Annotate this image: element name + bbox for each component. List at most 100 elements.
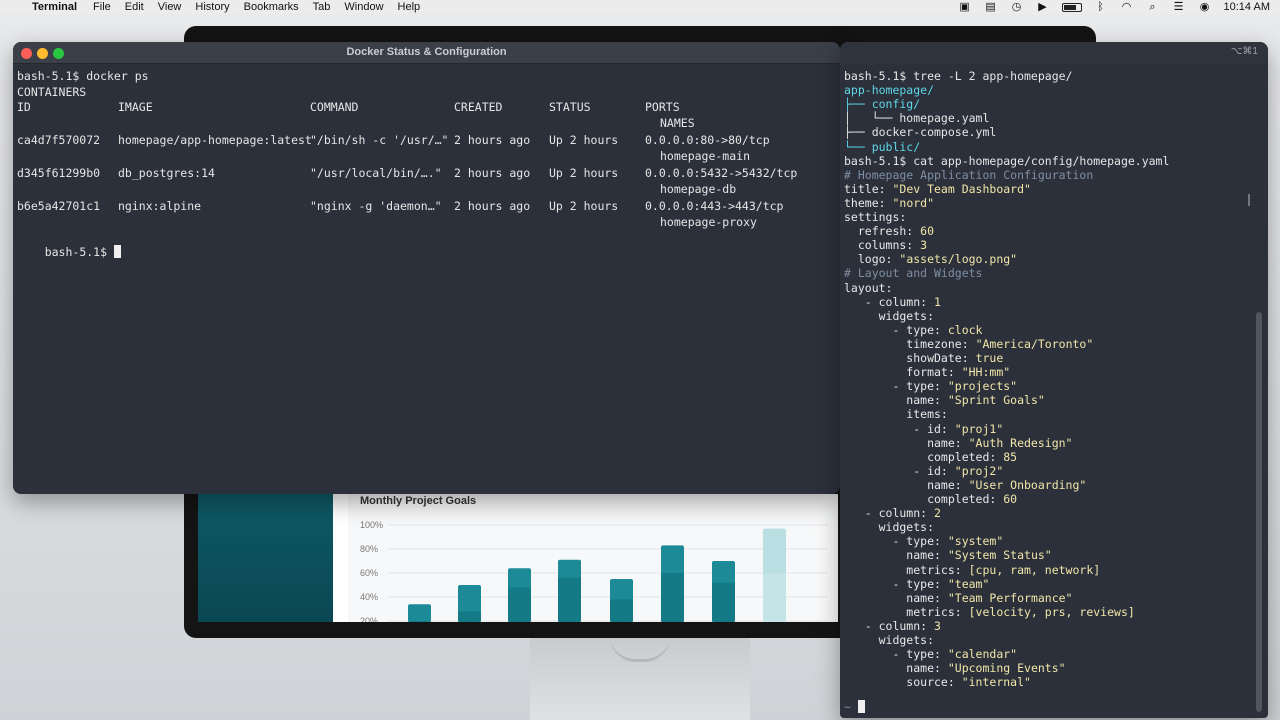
menu-bookmarks[interactable]: Bookmarks (244, 0, 299, 14)
yaml-value: "America/Toronto" (975, 336, 1094, 351)
yaml-key: columns: (844, 238, 921, 253)
siri-icon[interactable]: ◉ (1198, 0, 1212, 14)
container-created: 2 hours ago (454, 199, 531, 213)
screen-record-icon[interactable]: ▣ (958, 0, 972, 14)
yaml-value: "proj2" (954, 463, 1004, 478)
yaml-key: name: (844, 590, 948, 605)
yaml-comment: # Layout and Widgets (844, 266, 983, 281)
terminal-window-docker[interactable]: Docker Status & Configuration bash-5.1$ … (13, 42, 840, 494)
menu-clock[interactable]: 10:14 AM (1224, 0, 1270, 14)
chart-panel: 100% 80% 60% 40% 20% Monthly Project Goals (348, 494, 838, 622)
scrollbar[interactable] (1256, 312, 1262, 712)
yaml-value: "system" (947, 534, 1004, 549)
chart-bar-segment (458, 611, 481, 622)
menu-edit[interactable]: Edit (125, 0, 144, 14)
menu-app-name[interactable]: Terminal (32, 0, 77, 14)
command-text: bash-5.1$ cat app-homepage/config/homepa… (844, 153, 1170, 168)
menu-view[interactable]: View (158, 0, 182, 14)
yaml-key: layout: (844, 280, 893, 295)
container-image: db_postgres:14 (118, 166, 215, 180)
yaml-key: completed: (844, 492, 1004, 506)
chart-title: Monthly Project Goals (360, 495, 477, 507)
yaml-value: "proj1" (954, 421, 1004, 436)
dashboard-sidebar (198, 494, 333, 622)
command-text: bash-5.1$ tree -L 2 app-homepage/ (844, 69, 1073, 83)
menu-file[interactable]: File (93, 0, 111, 14)
yaml-value: 85 (1003, 449, 1018, 464)
yaml-value: "User Onboarding" (968, 477, 1087, 492)
yaml-line: - id: "proj1" (844, 422, 1003, 436)
yaml-key: name: (844, 477, 969, 492)
yaml-value: "Dev Team Dashboard" (892, 181, 1031, 196)
container-command: "/bin/sh -c '/usr/…" (310, 133, 449, 147)
yaml-key: widgets: (844, 520, 935, 535)
yaml-line: format: "HH:mm" (844, 365, 1010, 379)
yaml-line: metrics: [velocity, prs, reviews] (844, 605, 1135, 619)
bluetooth-icon[interactable]: ᛒ (1094, 0, 1108, 14)
yaml-value: 1 (934, 294, 941, 309)
container-name: homepage-main (660, 149, 751, 163)
yaml-line: name: "Upcoming Events" (844, 661, 1066, 676)
container-status: Up 2 hours (549, 166, 619, 180)
yaml-line: source: "internal" (844, 675, 1031, 689)
yaml-value: "Team Performance" (947, 590, 1073, 605)
yaml-key: name: (844, 393, 948, 408)
yaml-key: title: (844, 181, 893, 196)
yaml-value: 3 (920, 238, 928, 253)
chart-bar-segment (712, 582, 735, 622)
menu-window[interactable]: Window (344, 0, 383, 14)
terminal-window-config[interactable]: ⌥⌘1 bash-5.1$ tree -L 2 app-homepage/app… (840, 42, 1268, 718)
yaml-key: timezone: (844, 336, 976, 351)
window-shortcut: ⌥⌘1 (1230, 46, 1258, 57)
yaml-line: name: "System Status" (844, 548, 1051, 563)
time-machine-icon[interactable]: ◷ (1010, 0, 1024, 14)
section-label: CONTAINERS (17, 85, 87, 99)
yaml-value: clock (947, 322, 983, 337)
chart-bar-segment (661, 573, 684, 622)
chart-svg: 100% 80% 60% 40% 20% (360, 520, 828, 622)
yaml-value: "Upcoming Events" (947, 661, 1066, 676)
yaml-key: name: (844, 661, 948, 676)
yaml-key: - type: (844, 322, 948, 337)
tree-entry-text: ├── docker-compose.yml (844, 125, 997, 140)
menu-tab[interactable]: Tab (313, 0, 331, 14)
control-center-icon[interactable]: ☰ (1172, 0, 1186, 14)
container-image: homepage/app-homepage:latest (118, 133, 312, 147)
play-icon[interactable]: ▶ (1036, 0, 1050, 14)
header-command: COMMAND (310, 100, 359, 114)
yaml-value: 60 (1003, 492, 1018, 506)
yaml-value: "projects" (947, 379, 1018, 394)
menu-help[interactable]: Help (398, 0, 421, 14)
menu-history[interactable]: History (195, 0, 229, 14)
command-line: bash-5.1$ cat app-homepage/config/homepa… (844, 154, 1169, 168)
battery-icon[interactable] (1061, 2, 1082, 12)
yaml-value: 60 (920, 224, 935, 239)
yaml-line: - type: "projects" (844, 379, 1017, 393)
container-ports: 0.0.0.0:5432->5432/tcp (645, 166, 798, 180)
yaml-line: completed: 85 (844, 450, 1017, 464)
title-bar[interactable]: Docker Status & Configuration (13, 42, 840, 64)
prompt-line[interactable]: bash-5.1$ (17, 231, 121, 259)
command-line: bash-5.1$ tree -L 2 app-homepage/ (844, 69, 1072, 83)
container-ports: 0.0.0.0:80->80/tcp (645, 133, 770, 147)
chart-bar-segment (508, 587, 531, 622)
container-id: ca4d7f570072 (17, 133, 101, 147)
wifi-icon[interactable]: ◠ (1120, 0, 1134, 14)
title-bar[interactable]: ⌥⌘1 (840, 42, 1268, 64)
container-created: 2 hours ago (454, 166, 531, 180)
prompt-line[interactable]: ~ (844, 700, 865, 714)
yaml-line: - type: "calendar" (844, 647, 1017, 661)
yaml-key: - type: (844, 379, 948, 394)
yaml-line: settings: (844, 210, 906, 224)
tree-entry-text: app-homepage/ (844, 83, 935, 98)
tree-entry: │ └── homepage.yaml (844, 111, 989, 125)
yaml-key: showDate: (844, 351, 976, 365)
container-command: "nginx -g 'daemon…" (310, 199, 442, 213)
yaml-comment: # Homepage Application Configuration (844, 167, 1094, 182)
yaml-line: name: "User Onboarding" (844, 478, 1086, 492)
search-icon[interactable]: ⌕ (1146, 0, 1160, 14)
yaml-key: metrics: (844, 562, 969, 577)
display-icon[interactable]: ▤ (984, 0, 998, 14)
yaml-line: widgets: (844, 633, 934, 647)
yaml-key: name: (844, 548, 948, 563)
